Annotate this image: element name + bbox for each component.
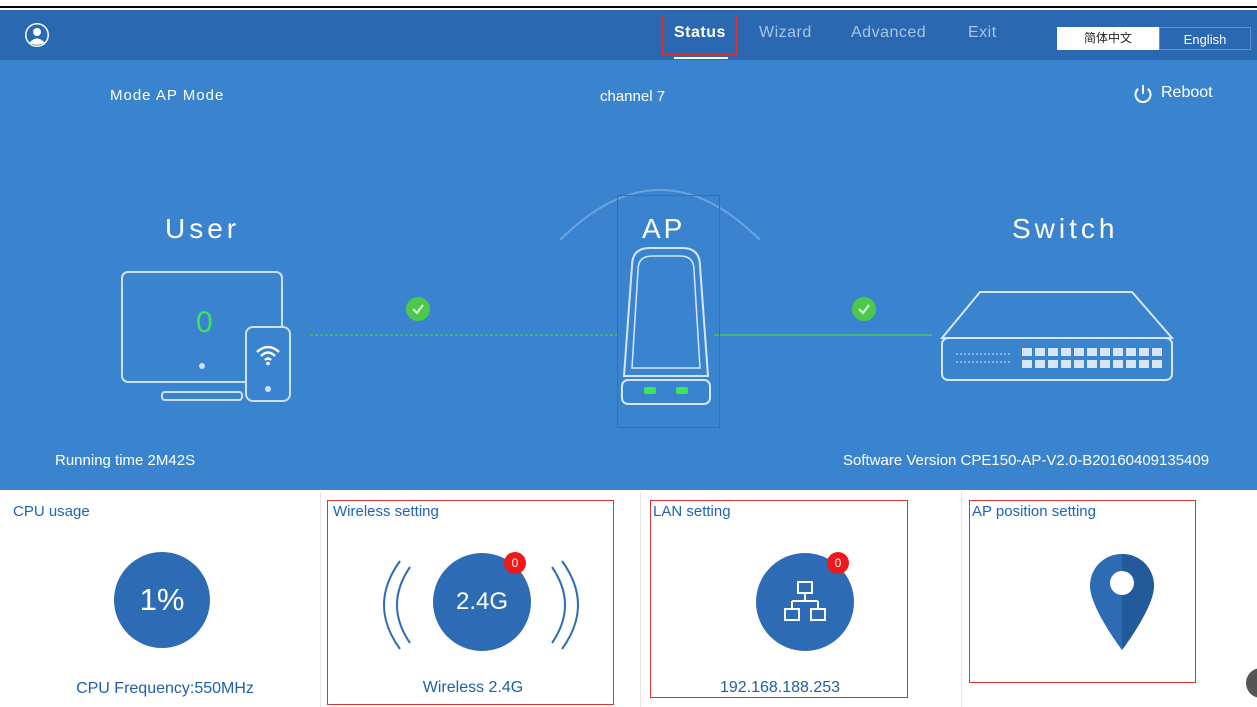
lan-ip-address: 192.168.188.253 xyxy=(719,679,841,696)
nav-wizard[interactable]: Wizard xyxy=(759,24,812,42)
user-count: 0 xyxy=(196,306,213,339)
lan-badge: 0 xyxy=(827,552,849,574)
nav-advanced[interactable]: Advanced xyxy=(851,24,926,42)
mode-label: Mode AP Mode xyxy=(110,87,225,104)
reboot-button[interactable]: Reboot xyxy=(1161,84,1213,102)
user-title: User xyxy=(165,213,241,244)
network-icon xyxy=(782,579,828,630)
ap-position-panel[interactable]: AP position setting xyxy=(969,500,1196,683)
status-hero: Mode AP Mode channel 7 Reboot User AP Sw… xyxy=(0,60,1257,490)
switch-link-check-icon xyxy=(851,296,877,327)
scroll-top-button[interactable] xyxy=(1246,668,1257,698)
ap-position-title: AP position setting xyxy=(972,503,1096,520)
top-navbar: Status Wizard Advanced Exit 简体中文 English xyxy=(0,10,1257,60)
panel-divider xyxy=(640,492,641,707)
software-version: Software Version CPE150-AP-V2.0-B2016040… xyxy=(843,452,1210,469)
lang-english-button[interactable]: English xyxy=(1159,27,1251,50)
channel-label: channel 7 xyxy=(600,88,666,105)
wireless-band-value: 2.4G xyxy=(455,588,509,615)
cpu-usage-gauge: 1% xyxy=(114,552,210,648)
wireless-footer: Wireless 2.4G xyxy=(422,679,524,696)
top-border xyxy=(0,0,1257,8)
lan-setting-title: LAN setting xyxy=(653,503,731,520)
cpu-usage-title: CPU usage xyxy=(13,503,90,520)
user-link-check-icon xyxy=(405,296,431,327)
panel-divider xyxy=(961,492,962,707)
nav-exit[interactable]: Exit xyxy=(968,24,997,42)
lan-setting-panel[interactable]: LAN setting 0 192.168.188.253 xyxy=(650,500,908,698)
user-avatar-icon[interactable] xyxy=(24,22,50,48)
cpu-usage-value: 1% xyxy=(139,582,185,617)
wireless-badge: 0 xyxy=(504,552,526,574)
power-icon[interactable] xyxy=(1132,83,1154,110)
switch-title: Switch xyxy=(1012,213,1119,244)
panel-divider xyxy=(320,492,321,707)
nav-active-underline xyxy=(674,57,728,59)
wireless-setting-title: Wireless setting xyxy=(333,503,439,520)
wifi-icon xyxy=(255,344,281,371)
running-time: Running time 2M42S xyxy=(55,452,196,469)
highlight-box-status xyxy=(662,15,737,55)
switch-device-icon xyxy=(939,288,1176,389)
cpu-frequency: CPU Frequency:550MHz xyxy=(76,680,254,697)
wireless-setting-panel[interactable]: Wireless setting 2.4G 0 Wireless 2.4G xyxy=(327,500,614,705)
ap-device-icon xyxy=(620,246,714,413)
app-root: Status Wizard Advanced Exit 简体中文 English… xyxy=(0,0,1257,707)
lang-chinese-button[interactable]: 简体中文 xyxy=(1057,27,1159,50)
location-pin-icon[interactable] xyxy=(1088,552,1156,657)
